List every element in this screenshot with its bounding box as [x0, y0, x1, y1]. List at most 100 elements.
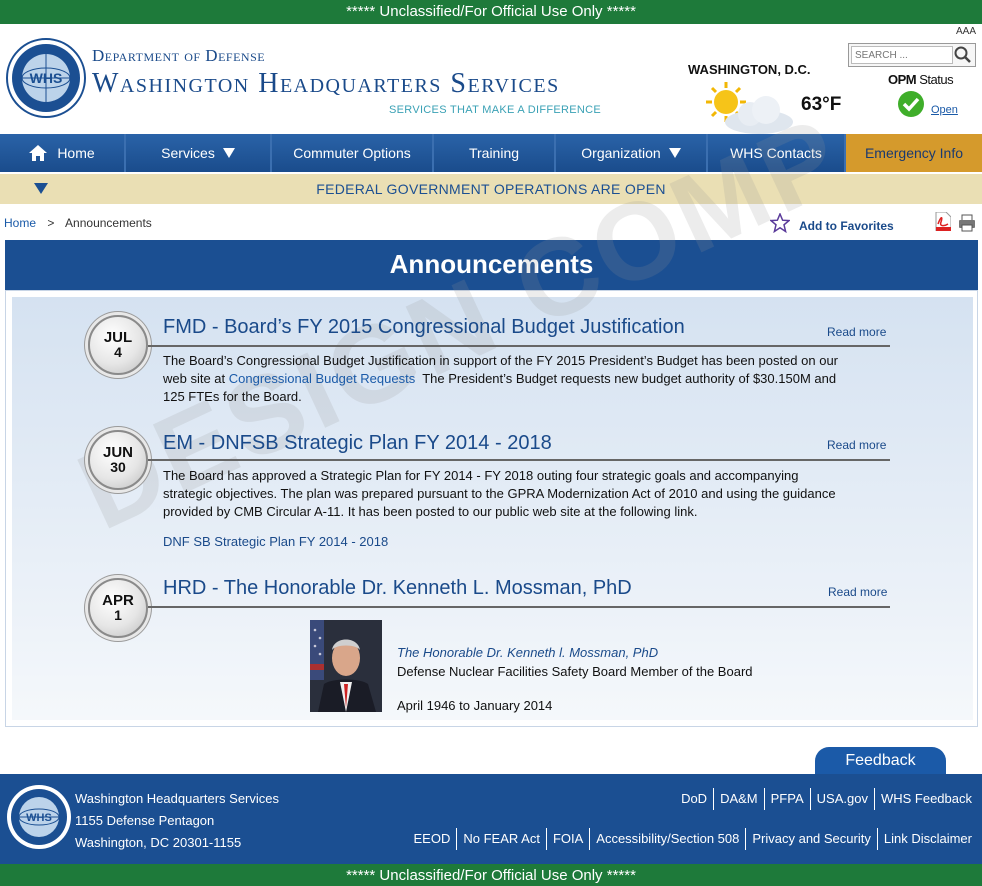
strategic-plan-link[interactable]: DNF SB Strategic Plan FY 2014 - 2018	[163, 534, 388, 549]
portrait-image	[310, 620, 382, 712]
search-input[interactable]	[851, 46, 953, 64]
nav-commuter-options[interactable]: Commuter Options	[272, 134, 434, 172]
announcement-divider	[148, 345, 890, 347]
footer-link-whs-feedback[interactable]: WHS Feedback	[873, 788, 978, 810]
footer-link-foia[interactable]: FOIA	[545, 828, 589, 850]
nav-organization-label: Organization	[581, 145, 661, 161]
site-tagline: SERVICES THAT MAKE A DIFFERENCE	[389, 104, 602, 116]
announcement-text: web site at	[163, 371, 229, 386]
announcement-line: provided by CMB Circular A-11. It has be…	[163, 504, 698, 519]
nav-services[interactable]: Services	[126, 134, 272, 172]
site-title[interactable]: Washington Headquarters Services	[92, 68, 560, 100]
svg-text:WHS: WHS	[26, 812, 52, 824]
dropdown-arrow-icon	[668, 148, 681, 158]
breadcrumb: Home > Announcements	[4, 216, 152, 230]
date-day: 30	[110, 459, 126, 475]
footer-link-usagov[interactable]: USA.gov	[809, 788, 874, 810]
nav-emergency-label: Emergency Info	[864, 145, 964, 161]
footer-link-accessibility[interactable]: Accessibility/Section 508	[589, 828, 745, 850]
announcement-title[interactable]: EM - DNFSB Strategic Plan FY 2014 - 2018	[163, 432, 552, 455]
footer-link-disclaimer[interactable]: Link Disclaimer	[876, 828, 978, 850]
site-header: WHS Department of Defense Washington Hea…	[0, 24, 982, 134]
announcement-body: The Board’s Congressional Budget Justifi…	[163, 352, 888, 406]
announcement-line: 125 FTEs for the Board.	[163, 389, 302, 404]
feedback-button[interactable]: Feedback	[815, 747, 946, 775]
nav-home-label: Home	[57, 145, 95, 161]
nav-commuter-label: Commuter Options	[293, 145, 411, 161]
main-nav: Home Services Commuter Options Training …	[0, 134, 982, 172]
footer-link-eeod[interactable]: EEOD	[408, 828, 457, 850]
bio-dates: April 1946 to January 2014	[397, 698, 553, 713]
read-more-link[interactable]: Read more	[827, 325, 886, 339]
print-icon[interactable]	[958, 214, 976, 232]
footer-links-top: DoD DA&M PFPA USA.gov WHS Feedback	[675, 788, 978, 810]
nav-contacts-label: WHS Contacts	[730, 145, 822, 161]
footer-address-line: Washington, DC 20301-1155	[75, 835, 242, 850]
search-icon[interactable]	[953, 45, 973, 65]
date-day: 4	[114, 344, 122, 360]
nav-emergency-info[interactable]: Emergency Info	[846, 134, 982, 172]
nav-whs-contacts[interactable]: WHS Contacts	[708, 134, 846, 172]
whs-seal-icon[interactable]: WHS	[6, 38, 86, 118]
classification-banner-top: ***** Unclassified/For Official Use Only…	[0, 0, 982, 24]
nav-home[interactable]: Home	[0, 134, 126, 172]
read-more-link[interactable]: Read more	[827, 438, 886, 452]
read-more-link[interactable]: Read more	[828, 585, 887, 599]
opm-status-word: Status	[919, 72, 954, 87]
announcement-title[interactable]: HRD - The Honorable Dr. Kenneth L. Mossm…	[163, 577, 632, 600]
announcements-title: Announcements	[389, 249, 594, 279]
partly-sunny-icon	[706, 82, 793, 134]
classification-banner-bottom: ***** Unclassified/For Official Use Only…	[0, 864, 982, 886]
announcement-divider	[148, 459, 890, 461]
date-day: 1	[114, 607, 122, 623]
date-month: JUL	[103, 329, 133, 346]
announcement-text: The President’s Budget requests new budg…	[415, 371, 837, 386]
announcement-line: web site at Congressional Budget Request…	[163, 370, 888, 388]
bio-name: The Honorable Dr. Kenneth l. Mossman, Ph…	[397, 645, 659, 660]
star-icon	[770, 212, 790, 233]
footer-link-dam[interactable]: DA&M	[713, 788, 764, 810]
add-to-favorites[interactable]: Add to Favorites	[770, 212, 894, 233]
announcement-line: The Board’s Congressional Budget Justifi…	[163, 353, 838, 368]
announcement-line: strategic objectives. The plan was prepa…	[163, 486, 836, 501]
congressional-budget-requests-link[interactable]: Congressional Budget Requests	[229, 371, 415, 386]
whs-seal-icon[interactable]: WHS	[6, 784, 72, 850]
nav-training[interactable]: Training	[434, 134, 556, 172]
dropdown-arrow-icon	[222, 148, 235, 158]
search-box	[848, 43, 976, 67]
footer-address-line: Washington Headquarters Services	[75, 791, 280, 806]
announcement-title[interactable]: FMD - Board’s FY 2015 Congressional Budg…	[163, 316, 685, 339]
operations-status-text: FEDERAL GOVERNMENT OPERATIONS ARE OPEN	[316, 181, 666, 197]
operations-status-bar: FEDERAL GOVERNMENT OPERATIONS ARE OPEN	[0, 174, 982, 204]
footer-links-bottom: EEOD No FEAR Act FOIA Accessibility/Sect…	[408, 828, 978, 850]
nav-training-label: Training	[468, 145, 520, 161]
check-circle-icon	[898, 91, 924, 117]
home-icon	[29, 145, 48, 161]
opm-label: OPM	[888, 72, 917, 87]
announcement-divider	[148, 606, 890, 608]
footer-link-privacy[interactable]: Privacy and Security	[745, 828, 877, 850]
text-size-control[interactable]: AAA	[956, 26, 976, 37]
date-badge: JUL 4	[88, 315, 148, 375]
footer-link-dod[interactable]: DoD	[675, 788, 713, 810]
date-month: JUN	[102, 444, 133, 461]
site-footer: WHS Washington Headquarters Services 115…	[0, 774, 982, 864]
nav-organization[interactable]: Organization	[556, 134, 708, 172]
date-badge: JUN 30	[88, 430, 148, 490]
announcement-line: The Board has approved a Strategic Plan …	[163, 468, 799, 483]
breadcrumb-separator: >	[47, 216, 55, 230]
footer-address-line: 1155 Defense Pentagon	[75, 813, 215, 828]
announcement-body: The Board has approved a Strategic Plan …	[163, 467, 888, 521]
opm-status-link[interactable]: Open	[931, 104, 958, 116]
breadcrumb-current: Announcements	[65, 216, 152, 230]
footer-link-pfpa[interactable]: PFPA	[763, 788, 810, 810]
breadcrumb-home[interactable]: Home	[4, 216, 36, 230]
pdf-icon[interactable]	[935, 212, 951, 231]
add-to-favorites-label: Add to Favorites	[799, 219, 894, 233]
date-badge: APR 1	[88, 578, 148, 638]
footer-link-no-fear-act[interactable]: No FEAR Act	[456, 828, 546, 850]
nav-services-label: Services	[161, 145, 215, 161]
weather-city: WASHINGTON, D.C.	[688, 62, 811, 77]
svg-text:WHS: WHS	[30, 70, 63, 86]
portrait-photo	[310, 620, 382, 712]
